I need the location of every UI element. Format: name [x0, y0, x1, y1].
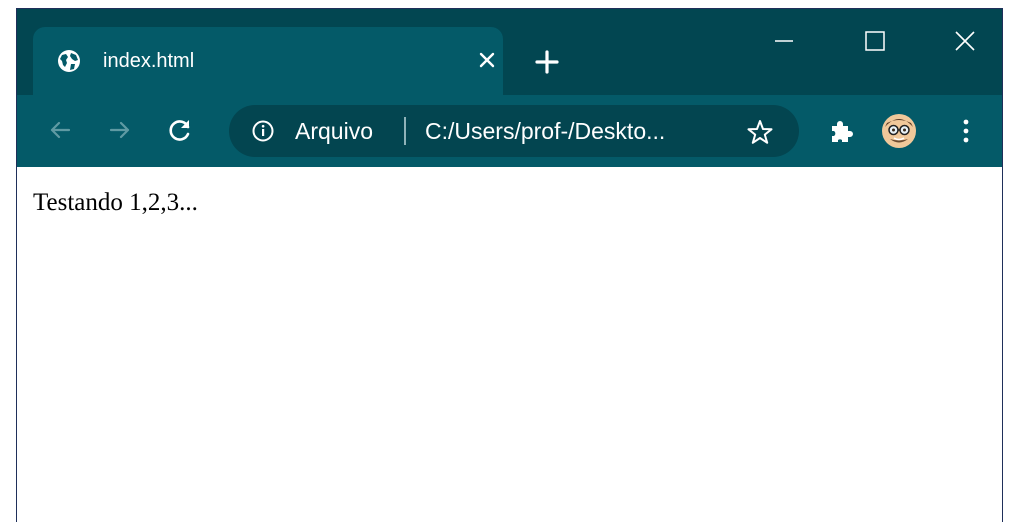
star-icon[interactable] [745, 117, 775, 147]
close-icon [479, 52, 495, 68]
browser-window: index.html Arquivo C:/Users/prof-/Deskto… [16, 8, 1003, 522]
info-icon[interactable] [251, 119, 275, 143]
page-body-text: Testando 1,2,3... [33, 189, 198, 216]
tab-close-button[interactable] [473, 46, 501, 74]
maximize-button[interactable] [855, 21, 895, 61]
page-content: Testando 1,2,3... [17, 167, 1002, 522]
browser-toolbar: Arquivo C:/Users/prof-/Deskto... [17, 95, 1002, 167]
minimize-button[interactable] [765, 21, 805, 61]
forward-arrow-icon[interactable] [105, 115, 135, 145]
title-bar: index.html [17, 9, 1002, 95]
new-tab-button[interactable] [532, 47, 562, 77]
globe-icon [58, 50, 80, 72]
back-arrow-icon[interactable] [45, 115, 75, 145]
tab-title: index.html [103, 50, 195, 72]
url-text[interactable]: C:/Users/prof-/Deskto... [425, 118, 665, 144]
security-label: Arquivo [295, 118, 373, 144]
omnibox-separator [404, 117, 406, 145]
address-bar[interactable]: Arquivo C:/Users/prof-/Deskto... [229, 105, 799, 157]
plus-icon [535, 50, 559, 74]
puzzle-icon[interactable] [827, 117, 855, 145]
window-close-button[interactable] [945, 21, 985, 61]
tab-index-html[interactable]: index.html [33, 27, 503, 95]
profile-avatar-icon[interactable] [881, 113, 917, 149]
kebab-menu-icon[interactable] [951, 115, 981, 147]
reload-icon[interactable] [165, 115, 195, 145]
